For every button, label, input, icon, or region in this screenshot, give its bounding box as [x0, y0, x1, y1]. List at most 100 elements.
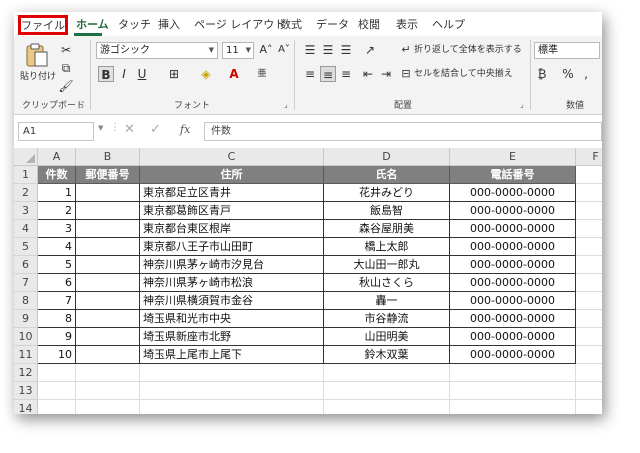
- row-header-3[interactable]: 3: [14, 202, 38, 220]
- format-painter-icon[interactable]: 🖌: [58, 78, 74, 94]
- row-header-14[interactable]: 14: [14, 400, 38, 414]
- row-header-8[interactable]: 8: [14, 292, 38, 310]
- borders-icon[interactable]: ⊞: [166, 66, 182, 82]
- table-cell[interactable]: 000-0000-0000: [450, 292, 576, 310]
- table-cell[interactable]: 000-0000-0000: [450, 184, 576, 202]
- column-header-c[interactable]: C: [140, 148, 324, 166]
- table-cell[interactable]: [76, 346, 140, 364]
- row-header-13[interactable]: 13: [14, 382, 38, 400]
- align-middle-icon[interactable]: ☰: [320, 42, 336, 58]
- table-cell[interactable]: 橋上太郎: [324, 238, 450, 256]
- table-cell[interactable]: 000-0000-0000: [450, 310, 576, 328]
- empty-cell[interactable]: [38, 382, 76, 400]
- row-header-1[interactable]: 1: [14, 166, 38, 184]
- table-cell[interactable]: 大山田一郎丸: [324, 256, 450, 274]
- empty-cell[interactable]: [76, 400, 140, 414]
- empty-cell[interactable]: [576, 184, 602, 202]
- increase-indent-icon[interactable]: ⇥: [378, 66, 394, 82]
- table-cell[interactable]: 埼玉県和光市中央: [140, 310, 324, 328]
- bold-button[interactable]: B: [98, 66, 114, 82]
- table-cell[interactable]: 5: [38, 256, 76, 274]
- font-launcher-icon[interactable]: ⌟: [284, 100, 288, 109]
- tab-formulas[interactable]: 数式: [280, 16, 302, 34]
- table-cell[interactable]: [76, 274, 140, 292]
- column-header-f[interactable]: F: [576, 148, 602, 166]
- table-header-cell[interactable]: 電話番号: [450, 166, 576, 184]
- row-header-11[interactable]: 11: [14, 346, 38, 364]
- decrease-indent-icon[interactable]: ⇤: [360, 66, 376, 82]
- table-cell[interactable]: [76, 256, 140, 274]
- table-cell[interactable]: 9: [38, 328, 76, 346]
- empty-cell[interactable]: [450, 382, 576, 400]
- table-cell[interactable]: 000-0000-0000: [450, 202, 576, 220]
- empty-cell[interactable]: [140, 400, 324, 414]
- table-cell[interactable]: [76, 292, 140, 310]
- merge-center-button[interactable]: ⊟ セルを結合して中央揃え: [398, 66, 532, 82]
- accounting-format-icon[interactable]: ₿: [534, 66, 550, 82]
- table-cell[interactable]: [76, 310, 140, 328]
- name-box-dropdown-icon[interactable]: ▼: [98, 124, 103, 132]
- font-color-icon[interactable]: A: [226, 66, 242, 82]
- table-cell[interactable]: 東京都葛飾区青戸: [140, 202, 324, 220]
- font-name-select[interactable]: 游ゴシック ▼: [96, 42, 218, 59]
- row-header-9[interactable]: 9: [14, 310, 38, 328]
- empty-cell[interactable]: [576, 292, 602, 310]
- table-cell[interactable]: 飯島智: [324, 202, 450, 220]
- row-header-7[interactable]: 7: [14, 274, 38, 292]
- name-box[interactable]: A1: [18, 122, 94, 141]
- formula-input[interactable]: 件数: [204, 122, 602, 141]
- empty-cell[interactable]: [140, 382, 324, 400]
- table-cell[interactable]: 神奈川県茅ヶ崎市松浪: [140, 274, 324, 292]
- table-cell[interactable]: 6: [38, 274, 76, 292]
- empty-cell[interactable]: [450, 400, 576, 414]
- font-size-select[interactable]: 11 ▼: [222, 42, 254, 59]
- empty-cell[interactable]: [576, 202, 602, 220]
- table-cell[interactable]: [76, 328, 140, 346]
- increase-font-size-icon[interactable]: A˄: [258, 42, 274, 58]
- empty-cell[interactable]: [38, 364, 76, 382]
- table-cell[interactable]: 東京都八王子市山田町: [140, 238, 324, 256]
- tab-touch[interactable]: タッチ: [118, 16, 151, 34]
- tab-data[interactable]: データ: [316, 16, 349, 34]
- decrease-font-size-icon[interactable]: A˅: [276, 42, 292, 58]
- empty-cell[interactable]: [576, 256, 602, 274]
- number-format-select[interactable]: 標準: [534, 42, 600, 59]
- tab-help[interactable]: ヘルプ: [432, 16, 465, 34]
- table-cell[interactable]: 轟一: [324, 292, 450, 310]
- empty-cell[interactable]: [576, 346, 602, 364]
- row-header-5[interactable]: 5: [14, 238, 38, 256]
- empty-cell[interactable]: [576, 238, 602, 256]
- tab-file[interactable]: ファイル: [18, 15, 68, 35]
- italic-button[interactable]: I: [116, 66, 132, 82]
- table-cell[interactable]: 8: [38, 310, 76, 328]
- align-bottom-icon[interactable]: ☰: [338, 42, 354, 58]
- empty-cell[interactable]: [324, 400, 450, 414]
- empty-cell[interactable]: [324, 364, 450, 382]
- orientation-icon[interactable]: ↗: [362, 42, 378, 58]
- empty-cell[interactable]: [76, 364, 140, 382]
- table-header-cell[interactable]: 件数: [38, 166, 76, 184]
- table-cell[interactable]: 000-0000-0000: [450, 328, 576, 346]
- table-cell[interactable]: 花井みどり: [324, 184, 450, 202]
- underline-button[interactable]: U: [134, 66, 150, 82]
- select-all-button[interactable]: [14, 148, 38, 166]
- phonetic-guide-icon[interactable]: 亜: [254, 66, 270, 82]
- table-cell[interactable]: 2: [38, 202, 76, 220]
- table-cell[interactable]: 10: [38, 346, 76, 364]
- empty-cell[interactable]: [576, 274, 602, 292]
- enter-icon[interactable]: ✓: [150, 122, 161, 137]
- table-cell[interactable]: 埼玉県新座市北野: [140, 328, 324, 346]
- row-header-2[interactable]: 2: [14, 184, 38, 202]
- align-center-icon[interactable]: ≡: [320, 66, 336, 82]
- wrap-text-button[interactable]: ↵ 折り返して全体を表示する: [398, 42, 526, 58]
- table-cell[interactable]: 山田明美: [324, 328, 450, 346]
- paste-button[interactable]: 貼り付け: [20, 42, 56, 88]
- cancel-icon[interactable]: ✕: [124, 122, 135, 137]
- empty-cell[interactable]: [450, 364, 576, 382]
- fill-color-icon[interactable]: ◈: [198, 66, 214, 82]
- table-cell[interactable]: 秋山さくら: [324, 274, 450, 292]
- insert-function-button[interactable]: fx: [180, 123, 190, 136]
- row-header-4[interactable]: 4: [14, 220, 38, 238]
- align-right-icon[interactable]: ≡: [338, 66, 354, 82]
- table-cell[interactable]: 神奈川県茅ヶ崎市汐見台: [140, 256, 324, 274]
